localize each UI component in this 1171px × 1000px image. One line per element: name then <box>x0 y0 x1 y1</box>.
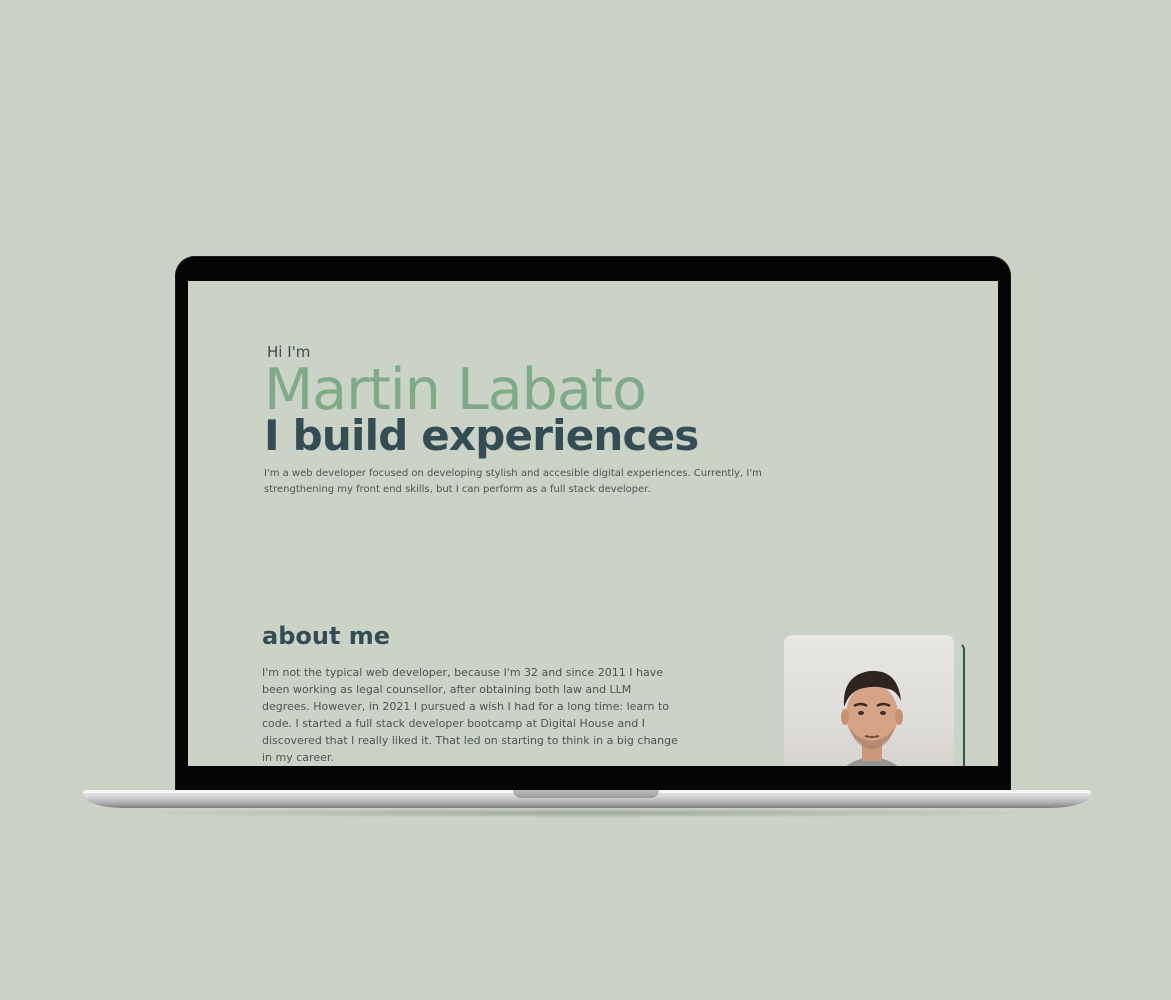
hero-intro: I'm a web developer focused on developin… <box>264 468 762 495</box>
profile-photo <box>784 635 954 766</box>
about-heading: about me <box>262 622 391 650</box>
hero-tagline: I build experiences <box>264 411 699 460</box>
about-paragraph: I'm not the typical web developer, becau… <box>262 666 678 764</box>
mockup-stage: Hi I'm Martin Labato I build experiences… <box>0 0 1171 1000</box>
profile-photo-figure <box>841 670 903 766</box>
laptop-notch <box>513 790 659 798</box>
laptop-screen: Hi I'm Martin Labato I build experiences… <box>188 281 998 766</box>
laptop-shadow <box>110 808 1065 818</box>
